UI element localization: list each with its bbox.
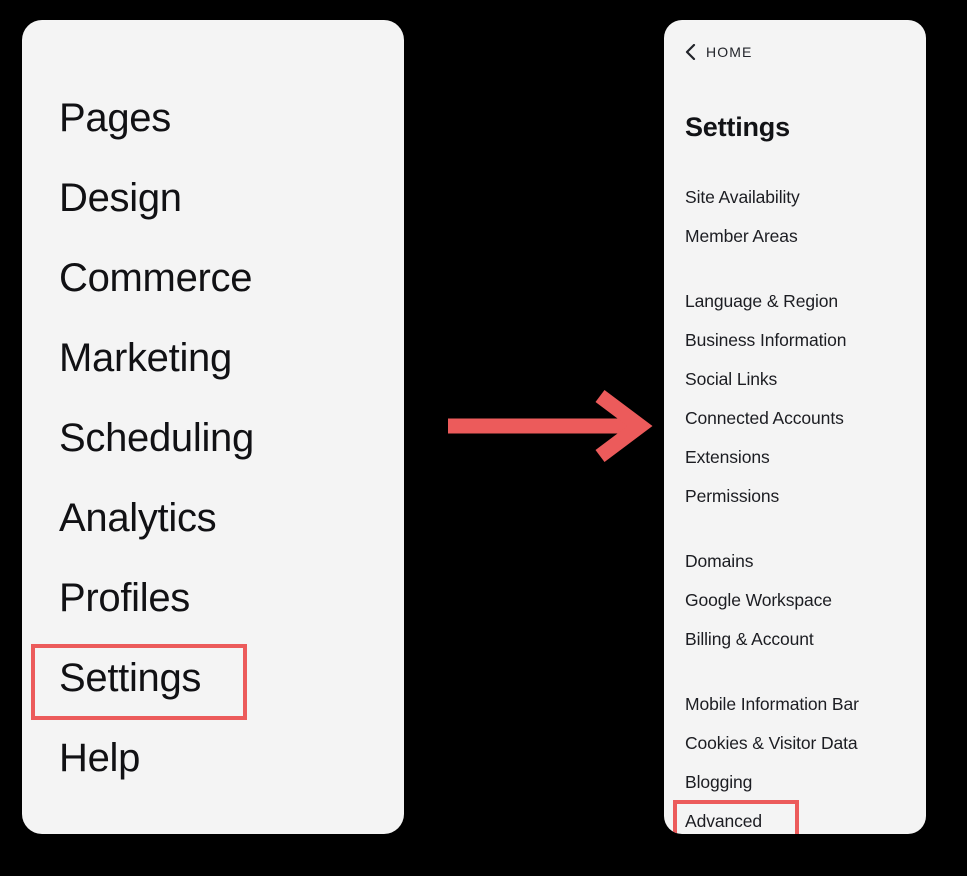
settings-item-connected-accounts[interactable]: Connected Accounts [685, 399, 920, 438]
nav-item-help[interactable]: Help [59, 718, 404, 798]
nav-item-label: Profiles [59, 576, 190, 620]
nav-item-label: Settings [59, 656, 202, 700]
settings-item-label: Extensions [685, 447, 770, 467]
settings-item-label: Mobile Information Bar [685, 694, 859, 714]
nav-item-label: Analytics [59, 496, 217, 540]
main-navigation-panel: Pages Design Commerce Marketing Scheduling An… [22, 20, 404, 834]
chevron-left-icon [685, 43, 697, 61]
page-title: Settings [685, 112, 790, 142]
settings-item-extensions[interactable]: Extensions [685, 438, 920, 477]
settings-menu-list: Site Availability Member Areas Language & … [673, 178, 920, 834]
nav-item-marketing[interactable]: Marketing [59, 318, 404, 398]
settings-item-blogging[interactable]: Blogging [685, 763, 920, 802]
settings-item-billing-account[interactable]: Billing & Account [685, 620, 920, 659]
nav-item-scheduling[interactable]: Scheduling [59, 398, 404, 478]
settings-item-site-availability[interactable]: Site Availability [685, 178, 920, 217]
settings-group-2: Language & Region Business Information Soc… [685, 282, 920, 516]
back-to-home-label: HOME [706, 44, 753, 60]
settings-item-label: Language & Region [685, 291, 839, 311]
nav-item-design[interactable]: Design [59, 158, 404, 238]
nav-item-settings[interactable]: Settings [31, 638, 404, 720]
settings-item-label: Site Availability [685, 187, 800, 207]
settings-item-domains[interactable]: Domains [685, 542, 920, 581]
nav-item-label: Help [59, 736, 141, 780]
settings-group-3: Domains Google Workspace Billing & Account [685, 542, 920, 659]
nav-item-commerce[interactable]: Commerce [59, 238, 404, 318]
settings-item-label: Billing & Account [685, 629, 814, 649]
arrow-right-icon [448, 390, 653, 462]
flow-arrow [444, 388, 656, 464]
nav-item-label: Marketing [59, 336, 232, 380]
settings-item-advanced[interactable]: Advanced [673, 800, 920, 834]
main-navigation-list: Pages Design Commerce Marketing Scheduling An… [31, 78, 404, 798]
nav-item-label: Pages [59, 96, 171, 140]
settings-item-label: Domains [685, 551, 754, 571]
screenshot-stage: Pages Design Commerce Marketing Scheduling An… [0, 0, 967, 876]
settings-item-business-information[interactable]: Business Information [685, 321, 920, 360]
settings-item-member-areas[interactable]: Member Areas [685, 217, 920, 256]
settings-panel: HOME Settings Site Availability Member Ar… [664, 20, 926, 834]
settings-item-social-links[interactable]: Social Links [685, 360, 920, 399]
nav-item-label: Design [59, 176, 182, 220]
settings-item-label: Social Links [685, 369, 778, 389]
nav-item-label: Scheduling [59, 416, 254, 460]
settings-item-language-region[interactable]: Language & Region [685, 282, 920, 321]
settings-item-label: Google Workspace [685, 590, 832, 610]
settings-group-1: Site Availability Member Areas [685, 178, 920, 256]
settings-item-label: Blogging [685, 772, 753, 792]
nav-item-label: Commerce [59, 256, 253, 300]
settings-item-cookies-visitor-data[interactable]: Cookies & Visitor Data [685, 724, 920, 763]
back-to-home-link[interactable]: HOME [685, 43, 753, 61]
settings-item-label: Business Information [685, 330, 847, 350]
settings-group-4: Mobile Information Bar Cookies & Visitor … [673, 685, 920, 834]
settings-item-label: Advanced [685, 811, 763, 831]
settings-item-google-workspace[interactable]: Google Workspace [685, 581, 920, 620]
settings-item-label: Connected Accounts [685, 408, 844, 428]
nav-item-pages[interactable]: Pages [59, 78, 404, 158]
settings-item-permissions[interactable]: Permissions [685, 477, 920, 516]
settings-item-label: Permissions [685, 486, 780, 506]
settings-item-label: Cookies & Visitor Data [685, 733, 858, 753]
nav-item-analytics[interactable]: Analytics [59, 478, 404, 558]
nav-item-profiles[interactable]: Profiles [59, 558, 404, 638]
settings-item-label: Member Areas [685, 226, 798, 246]
settings-item-mobile-information-bar[interactable]: Mobile Information Bar [685, 685, 920, 724]
